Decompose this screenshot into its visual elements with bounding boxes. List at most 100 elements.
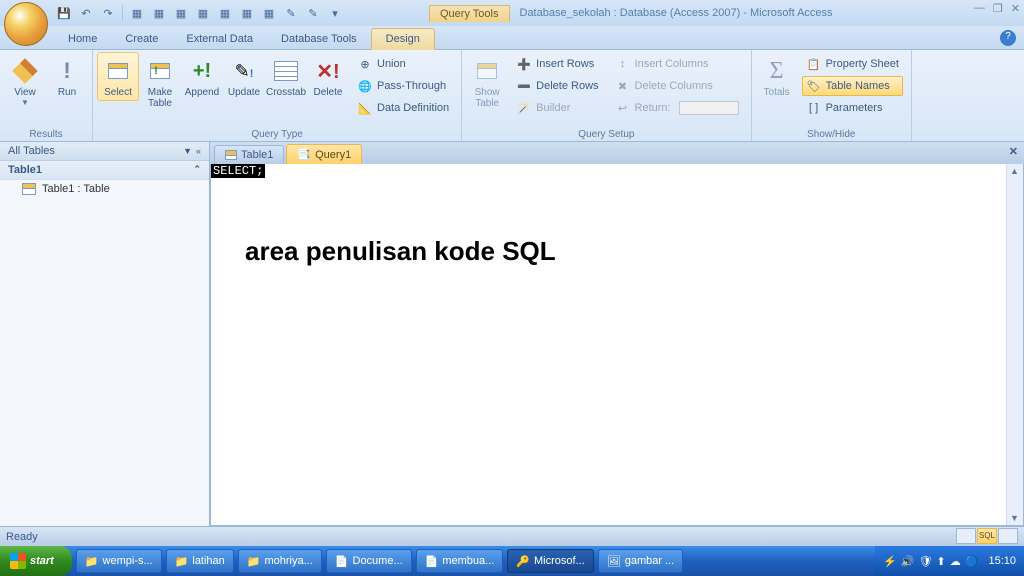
qat-item[interactable]: ▦ [259,3,279,23]
group-label-show-hide: Show/Hide [756,128,907,141]
taskbar-item[interactable]: 📁latihan [166,549,234,573]
insert-rows-button[interactable]: ➕Insert Rows [512,54,602,74]
qat-item[interactable]: ▦ [127,3,147,23]
tray-icon[interactable]: ⬆ [937,555,946,568]
ribbon-group-query-type: Select ! Make Table +! Append ✎! Update … [93,50,462,141]
sql-editor[interactable]: SELECT; area penulisan kode SQL [210,164,1024,526]
data-definition-button[interactable]: 📐Data Definition [353,98,453,118]
sql-view-icon [9,55,41,87]
doc-tab-table1[interactable]: Table1 [214,145,284,164]
undo-icon[interactable]: ↶ [76,3,96,23]
table-icon [22,183,36,195]
return-icon: ↩ [615,100,631,116]
group-label-results: Results [4,128,88,141]
access-icon: 🔑 [516,555,530,568]
doc-tab-query1[interactable]: 📑 Query1 [286,144,362,164]
datasheet-view-button[interactable] [956,528,976,544]
word-icon: 📄 [425,555,439,568]
save-icon[interactable]: 💾 [54,3,74,23]
close-tab-button[interactable]: ✕ [1009,145,1018,158]
clock[interactable]: 15:10 [988,555,1016,567]
table-names-button[interactable]: 🏷Table Names [802,76,903,96]
builder-icon: 🪄 [516,100,532,116]
parameters-button[interactable]: [ ]Parameters [802,98,903,118]
make-table-icon: ! [144,55,176,87]
builder-button: 🪄Builder [512,98,602,118]
taskbar-item[interactable]: 📁mohriya... [238,549,322,573]
select-label: Select [104,87,132,98]
office-button[interactable] [4,2,48,46]
tray-icon[interactable]: ⚡ [883,555,897,568]
taskbar-item[interactable]: 📄membua... [416,549,504,573]
minimize-button[interactable]: — [974,2,985,15]
tray-icon[interactable]: 🔵 [965,555,979,568]
taskbar-item-active[interactable]: 🔑Microsof... [507,549,593,573]
delete-icon: ✕! [312,55,344,87]
contextual-tab-label: Query Tools [429,5,510,22]
annotation-text: area penulisan kode SQL [245,236,556,267]
taskbar-item[interactable]: 🖼gambar ... [598,549,684,573]
ribbon-group-results: View ▼ ! Run Results [0,50,93,141]
delete-cols-icon: ✖ [615,78,631,94]
status-text: Ready [6,531,38,543]
select-query-button[interactable]: Select [97,52,139,101]
tab-home[interactable]: Home [54,29,111,49]
system-tray[interactable]: ⚡ 🔊 🛡 ⬆ ☁ 🔵 15:10 [875,546,1024,576]
qat-item[interactable]: ▦ [171,3,191,23]
vertical-scrollbar[interactable] [1006,164,1023,525]
tab-external-data[interactable]: External Data [172,29,267,49]
help-button[interactable]: ? [1000,30,1016,46]
chevron-down-icon: ▼ [21,98,29,107]
qat-item[interactable]: ▦ [193,3,213,23]
collapse-pane-icon[interactable]: « [196,146,201,156]
insert-rows-icon: ➕ [516,56,532,72]
tab-create[interactable]: Create [111,29,172,49]
taskbar-item[interactable]: 📁wempi-s... [76,549,162,573]
table-icon [225,150,237,160]
taskbar-item[interactable]: 📄Docume... [326,549,412,573]
crosstab-button[interactable]: Crosstab [265,52,307,101]
union-button[interactable]: ⊕Union [353,54,453,74]
sql-text-selection[interactable]: SELECT; [211,164,265,178]
view-button[interactable]: View ▼ [4,52,46,110]
chevron-down-icon[interactable]: ▼ [183,146,192,156]
doc-tab-label: Table1 [241,149,273,161]
nav-group-header[interactable]: Table1 ⌃ [0,161,209,180]
restore-button[interactable]: ❐ [993,2,1003,15]
design-view-button[interactable] [998,528,1018,544]
qat-item[interactable]: ✎ [281,3,301,23]
tray-icon[interactable]: 🔊 [901,555,915,568]
delete-rows-button[interactable]: ➖Delete Rows [512,76,602,96]
delete-query-button[interactable]: ✕! Delete [307,52,349,101]
pass-through-button[interactable]: 🌐Pass-Through [353,76,453,96]
qat-item[interactable]: ▦ [215,3,235,23]
nav-pane-header[interactable]: All Tables ▼ « [0,142,209,161]
nav-item-table1[interactable]: Table1 : Table [0,180,209,198]
qat-item[interactable]: ✎ [303,3,323,23]
update-button[interactable]: ✎! Update [223,52,265,101]
close-button[interactable]: ✕ [1011,2,1020,15]
qat-item[interactable]: ▦ [237,3,257,23]
navigation-pane: All Tables ▼ « Table1 ⌃ Table1 : Table [0,142,210,526]
qat-item[interactable]: ▦ [149,3,169,23]
globe-icon: 🌐 [357,78,373,94]
tray-icon[interactable]: ☁ [950,555,961,568]
show-table-label: Show Table [475,87,500,109]
word-icon: 📄 [335,555,349,568]
redo-icon[interactable]: ↷ [98,3,118,23]
append-button[interactable]: +! Append [181,52,223,101]
totals-button[interactable]: Σ Totals [756,52,798,101]
run-button[interactable]: ! Run [46,52,88,101]
property-sheet-button[interactable]: 📋Property Sheet [802,54,903,74]
tab-database-tools[interactable]: Database Tools [267,29,371,49]
tab-design[interactable]: Design [371,28,435,50]
show-table-button[interactable]: Show Table [466,52,508,112]
insert-columns-button: ↕Insert Columns [611,54,743,74]
collapse-group-icon[interactable]: ⌃ [193,164,201,176]
tray-icon[interactable]: 🛡 [919,555,933,568]
append-label: Append [185,87,219,98]
make-table-button[interactable]: ! Make Table [139,52,181,112]
start-button[interactable]: start [0,546,72,576]
qat-dropdown-icon[interactable]: ▾ [325,3,345,23]
sql-view-button[interactable]: SQL [977,528,997,544]
